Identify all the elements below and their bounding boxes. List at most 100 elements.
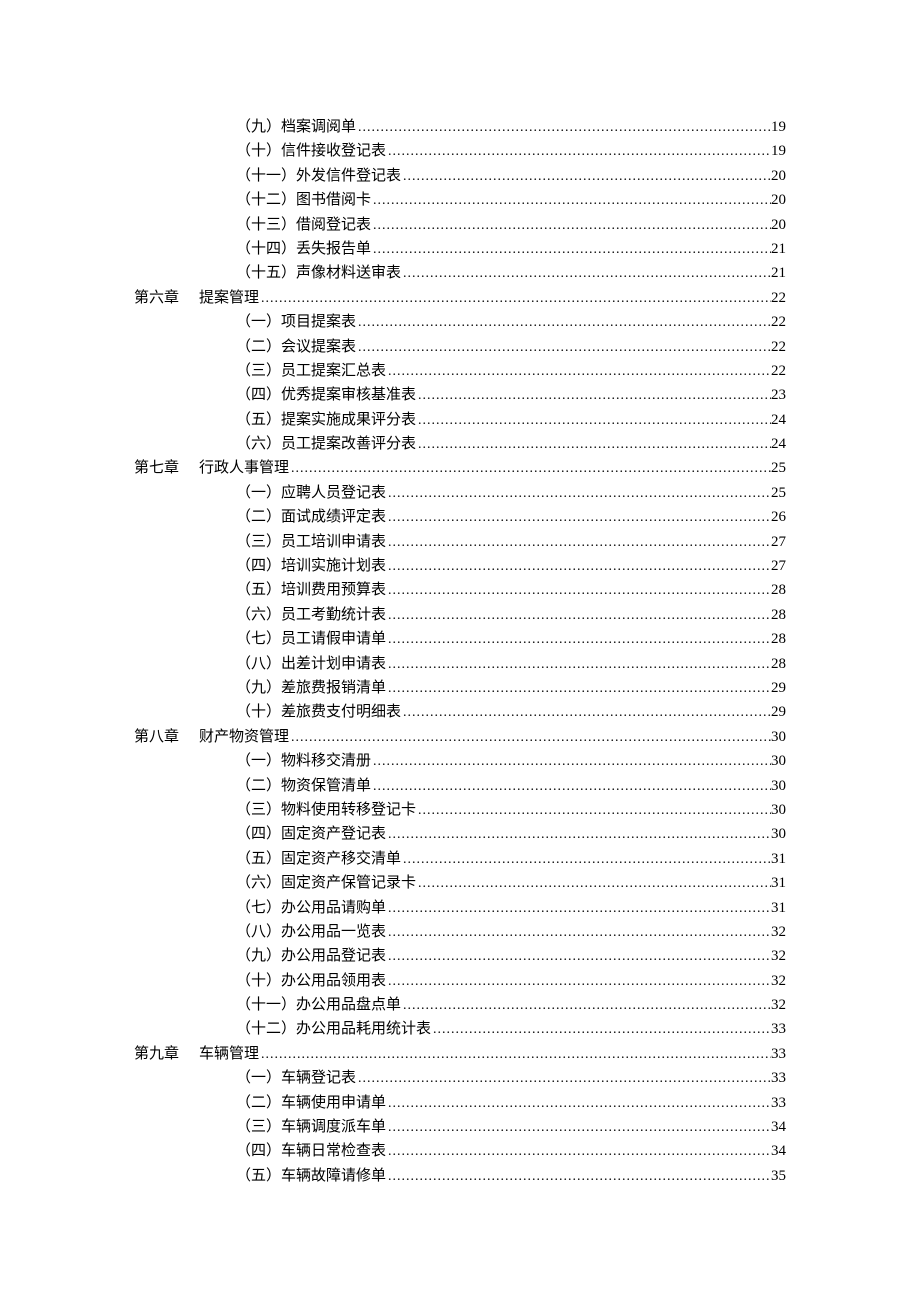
toc-page-number: 23 bbox=[771, 383, 786, 407]
toc-chapter-row: 第七章行政人事管理25 bbox=[134, 456, 786, 480]
toc-item-label: （七）办公用品请购单 bbox=[236, 896, 386, 920]
toc-sub-row: （九）办公用品登记表 32 bbox=[134, 944, 786, 968]
toc-leader-dots bbox=[386, 579, 771, 603]
toc-leader-dots bbox=[431, 1018, 771, 1042]
toc-sub-row: （六）固定资产保管记录卡31 bbox=[134, 871, 786, 895]
toc-sub-row: （一）车辆登记表33 bbox=[134, 1066, 786, 1090]
toc-leader-dots bbox=[416, 799, 771, 823]
toc-item-label: （九）办公用品登记表 bbox=[236, 944, 386, 968]
toc-leader-dots bbox=[386, 823, 771, 847]
toc-item-label: （三）员工培训申请表 bbox=[236, 530, 386, 554]
toc-sub-row: （三）员工提案汇总表 22 bbox=[134, 359, 786, 383]
toc-sub-row: （二）会议提案表22 bbox=[134, 335, 786, 359]
toc-item-label: （五）提案实施成果评分表 bbox=[236, 408, 416, 432]
toc-sub-row: （九）档案调阅单 19 bbox=[134, 115, 786, 139]
toc-chapter-number: 第八章 bbox=[134, 725, 199, 749]
toc-sub-row: （五）培训费用预算表28 bbox=[134, 578, 786, 602]
toc-item-label: （二）物资保管清单 bbox=[236, 774, 371, 798]
toc-chapter-title: 财产物资管理 bbox=[199, 725, 289, 749]
toc-sub-row: （四）车辆日常检查表 34 bbox=[134, 1139, 786, 1163]
toc-sub-row: （五）固定资产移交清单31 bbox=[134, 847, 786, 871]
toc-page-number: 29 bbox=[771, 700, 786, 724]
toc-leader-dots bbox=[386, 140, 771, 164]
toc-leader-dots bbox=[259, 1043, 771, 1067]
toc-chapter-title: 行政人事管理 bbox=[199, 456, 289, 480]
toc-sub-row: （十）办公用品领用表 32 bbox=[134, 969, 786, 993]
toc-page-number: 19 bbox=[771, 115, 786, 139]
toc-page-number: 32 bbox=[771, 944, 786, 968]
toc-item-label: （二）车辆使用申请单 bbox=[236, 1091, 386, 1115]
toc-sub-row: （一）项目提案表 22 bbox=[134, 310, 786, 334]
toc-sub-row: （三）车辆调度派车单 34 bbox=[134, 1115, 786, 1139]
toc-page-number: 21 bbox=[771, 261, 786, 285]
toc-sub-row: （六）员工提案改善评分表24 bbox=[134, 432, 786, 456]
toc-page-number: 24 bbox=[771, 408, 786, 432]
toc-sub-row: （四）培训实施计划表 27 bbox=[134, 554, 786, 578]
toc-sub-row: （八）出差计划申请表28 bbox=[134, 652, 786, 676]
toc-page-number: 20 bbox=[771, 188, 786, 212]
toc-sub-row: （十一）办公用品盘点单32 bbox=[134, 993, 786, 1017]
toc-chapter-label: 第九章车辆管理 bbox=[134, 1042, 259, 1066]
toc-page-number: 30 bbox=[771, 822, 786, 846]
toc-item-label: （一）应聘人员登记表 bbox=[236, 481, 386, 505]
toc-sub-row: （十四）丢失报告单21 bbox=[134, 237, 786, 261]
toc-item-label: （四）车辆日常检查表 bbox=[236, 1139, 386, 1163]
toc-leader-dots bbox=[401, 848, 771, 872]
toc-item-label: （九）档案调阅单 bbox=[236, 115, 356, 139]
toc-sub-row: （二）面试成绩评定表 26 bbox=[134, 505, 786, 529]
toc-page-number: 34 bbox=[771, 1115, 786, 1139]
toc-leader-dots bbox=[386, 1116, 771, 1140]
toc-sub-row: （二）物资保管清单30 bbox=[134, 774, 786, 798]
toc-item-label: （三）车辆调度派车单 bbox=[236, 1115, 386, 1139]
toc-page-number: 27 bbox=[771, 554, 786, 578]
table-of-contents: （九）档案调阅单 19 （十）信件接收登记表 19 （十一）外发信件登记表 20 （十二）图… bbox=[134, 115, 786, 1188]
toc-leader-dots bbox=[416, 872, 771, 896]
toc-sub-row: （四）固定资产登记表30 bbox=[134, 822, 786, 846]
toc-sub-row: （四）优秀提案审核基准表23 bbox=[134, 383, 786, 407]
toc-leader-dots bbox=[416, 433, 771, 457]
toc-page-number: 30 bbox=[771, 798, 786, 822]
toc-leader-dots bbox=[416, 384, 771, 408]
toc-page-number: 20 bbox=[771, 164, 786, 188]
toc-page-number: 32 bbox=[771, 969, 786, 993]
toc-chapter-label: 第七章行政人事管理 bbox=[134, 456, 289, 480]
toc-item-label: （七）员工请假申请单 bbox=[236, 627, 386, 651]
toc-sub-row: （二）车辆使用申请单33 bbox=[134, 1091, 786, 1115]
toc-page-number: 26 bbox=[771, 505, 786, 529]
toc-page-number: 22 bbox=[771, 359, 786, 383]
toc-leader-dots bbox=[386, 945, 771, 969]
toc-chapter-title: 提案管理 bbox=[199, 286, 259, 310]
toc-item-label: （二）面试成绩评定表 bbox=[236, 505, 386, 529]
toc-item-label: （一）物料移交清册 bbox=[236, 749, 371, 773]
toc-page-number: 28 bbox=[771, 603, 786, 627]
toc-page-number: 33 bbox=[771, 1066, 786, 1090]
toc-page-number: 33 bbox=[771, 1042, 786, 1066]
toc-leader-dots bbox=[356, 311, 771, 335]
toc-leader-dots bbox=[386, 360, 771, 384]
toc-leader-dots bbox=[371, 189, 771, 213]
toc-leader-dots bbox=[386, 1140, 771, 1164]
toc-item-label: （十）信件接收登记表 bbox=[236, 139, 386, 163]
toc-page-number: 34 bbox=[771, 1139, 786, 1163]
toc-leader-dots bbox=[356, 1067, 771, 1091]
toc-item-label: （五）固定资产移交清单 bbox=[236, 847, 401, 871]
toc-chapter-number: 第七章 bbox=[134, 456, 199, 480]
toc-item-label: （八）出差计划申请表 bbox=[236, 652, 386, 676]
toc-leader-dots bbox=[386, 628, 771, 652]
toc-page-number: 19 bbox=[771, 139, 786, 163]
toc-sub-row: （十一）外发信件登记表 20 bbox=[134, 164, 786, 188]
toc-leader-dots bbox=[386, 1165, 771, 1189]
toc-item-label: （十）差旅费支付明细表 bbox=[236, 700, 401, 724]
toc-item-label: （三）员工提案汇总表 bbox=[236, 359, 386, 383]
toc-item-label: （十一）办公用品盘点单 bbox=[236, 993, 401, 1017]
toc-leader-dots bbox=[386, 677, 771, 701]
toc-page-number: 22 bbox=[771, 310, 786, 334]
toc-page-number: 31 bbox=[771, 896, 786, 920]
toc-item-label: （十）办公用品领用表 bbox=[236, 969, 386, 993]
toc-item-label: （四）培训实施计划表 bbox=[236, 554, 386, 578]
toc-item-label: （一）项目提案表 bbox=[236, 310, 356, 334]
toc-leader-dots bbox=[386, 653, 771, 677]
toc-item-label: （十二）图书借阅卡 bbox=[236, 188, 371, 212]
toc-item-label: （十一）外发信件登记表 bbox=[236, 164, 401, 188]
toc-page-number: 30 bbox=[771, 725, 786, 749]
